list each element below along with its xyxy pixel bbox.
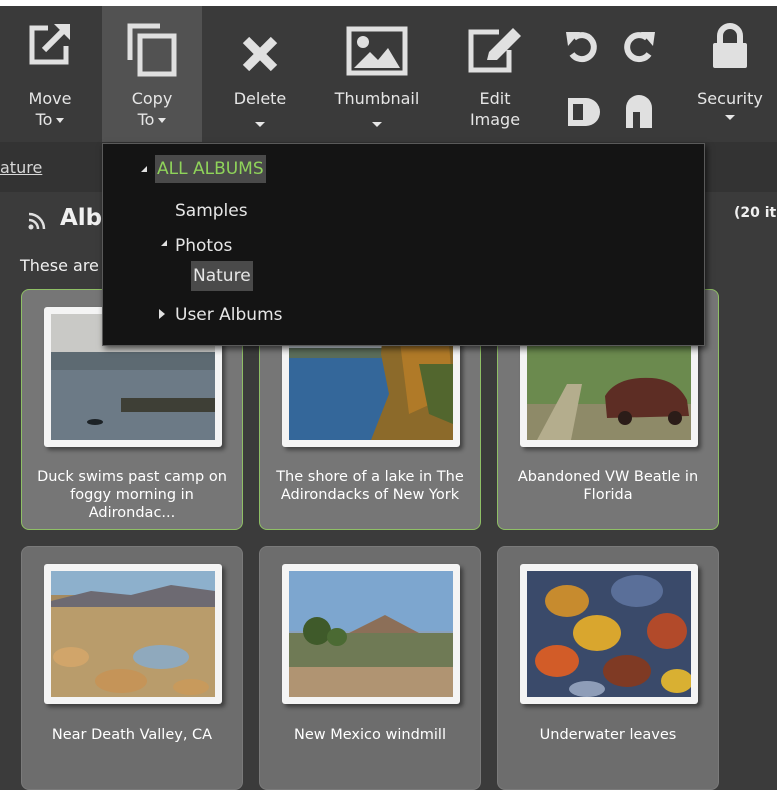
expand-arrow-icon (161, 240, 167, 246)
tree-item-label: User Albums (175, 305, 283, 325)
album-tree-dropdown: ALL ALBUMS Samples Photos Nature User Al… (102, 143, 705, 346)
thumbnail-card[interactable]: New Mexico windmill (259, 546, 481, 790)
security-button[interactable]: Security (683, 6, 777, 142)
move-to-button[interactable]: Move To (0, 6, 100, 142)
card-caption: Abandoned VW Beatle in Florida (517, 469, 699, 503)
toolbar: Move To Copy To Delete Thumbnail Edit Im… (0, 6, 777, 142)
delete-button[interactable]: Delete (210, 6, 310, 142)
tree-item-nature[interactable]: Nature (191, 261, 253, 291)
move-to-icon (26, 20, 74, 72)
tree-item-label: ALL ALBUMS (155, 155, 266, 183)
card-caption: The shore of a lake in The Adirondacks o… (276, 469, 464, 503)
copy-to-label: To (137, 110, 155, 129)
photo-thumbnail[interactable] (282, 564, 460, 704)
tree-item-label: Samples (175, 201, 248, 221)
album-title: Alb (60, 205, 103, 231)
thumbnail-label: Thumbnail (334, 89, 420, 108)
thumbnail-card[interactable]: Underwater leaves (497, 546, 719, 790)
move-to-label: To (35, 110, 53, 129)
rotate-left-icon[interactable] (564, 28, 600, 68)
chevron-down-icon (158, 118, 167, 123)
security-label: Security (697, 89, 763, 108)
thumbnail-icon (346, 26, 408, 80)
edit-image-button[interactable]: Edit Image (445, 6, 545, 142)
copy-to-icon (124, 20, 180, 82)
card-caption: Near Death Valley, CA (51, 727, 213, 743)
copy-to-button[interactable]: Copy To (102, 6, 202, 142)
tree-item-all-albums[interactable]: ALL ALBUMS (141, 155, 266, 183)
chevron-down-icon (255, 122, 265, 127)
card-caption: Duck swims past camp on foggy morning in… (37, 469, 227, 521)
item-count: (20 it (734, 205, 777, 221)
lock-icon (710, 22, 750, 74)
tree-item-samples[interactable]: Samples (175, 200, 248, 222)
card-caption: Underwater leaves (539, 727, 677, 743)
photo-thumbnail[interactable] (44, 564, 222, 704)
expand-arrow-icon (141, 166, 147, 172)
delete-icon (240, 34, 280, 78)
breadcrumb-link-nature[interactable]: ature (0, 158, 42, 177)
chevron-down-icon (372, 122, 382, 127)
flip-vertical-icon[interactable] (624, 92, 654, 134)
edit-label: Edit (479, 89, 511, 108)
tree-item-photos[interactable]: Photos (161, 235, 233, 257)
delete-label: Delete (233, 89, 287, 108)
flip-horizontal-icon[interactable] (566, 96, 602, 132)
tree-item-label: Photos (175, 236, 233, 256)
chevron-down-icon (56, 118, 65, 123)
album-description: These are (20, 256, 99, 275)
move-label: Move (28, 89, 72, 108)
image-label: Image (469, 110, 521, 129)
chevron-down-icon (725, 115, 735, 120)
edit-image-icon (465, 24, 525, 80)
thumbnail-card[interactable]: Near Death Valley, CA (21, 546, 243, 790)
tree-item-label: Nature (191, 261, 253, 291)
photo-thumbnail[interactable] (520, 564, 698, 704)
thumbnail-button[interactable]: Thumbnail (325, 6, 429, 142)
card-caption: New Mexico windmill (294, 727, 446, 743)
tree-item-user-albums[interactable]: User Albums (159, 304, 283, 326)
copy-label: Copy (131, 89, 173, 108)
collapse-arrow-icon (159, 309, 165, 319)
rotate-right-icon[interactable] (621, 28, 657, 68)
rss-icon[interactable] (28, 212, 46, 234)
